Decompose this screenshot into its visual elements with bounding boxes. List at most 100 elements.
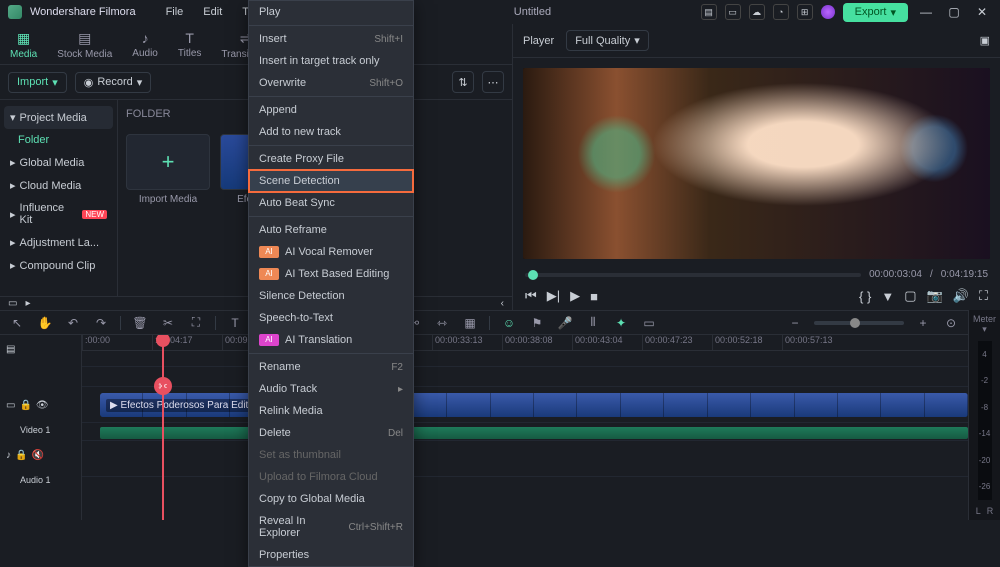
close-button[interactable]: ✕ bbox=[972, 5, 992, 19]
fullscreen-icon[interactable]: ⛶ bbox=[979, 288, 988, 304]
export-button[interactable]: Export ▾ bbox=[843, 3, 908, 22]
play-button[interactable]: ▶ bbox=[570, 288, 580, 304]
import-media-card[interactable]: + Import Media bbox=[126, 134, 210, 205]
cloud-icon[interactable]: ☁ bbox=[749, 4, 765, 20]
linked-audio-track[interactable] bbox=[82, 423, 968, 441]
redo-icon[interactable]: ↷ bbox=[92, 316, 110, 330]
record-dropdown[interactable]: ◉ Record ▾ bbox=[75, 72, 152, 93]
ctx-ai-text-based-editing[interactable]: AIAI Text Based Editing bbox=[249, 263, 413, 285]
video-track-label[interactable]: ▭ 🔒 👁 bbox=[0, 387, 81, 423]
zoom-out-icon[interactable]: − bbox=[786, 316, 804, 330]
zoom-slider[interactable] bbox=[814, 321, 904, 325]
ctx-delete[interactable]: DeleteDel bbox=[249, 422, 413, 444]
playhead[interactable] bbox=[162, 335, 164, 520]
audio-track-1[interactable] bbox=[82, 441, 968, 477]
volume-icon[interactable]: 🔊 bbox=[953, 288, 969, 304]
pointer-tool-icon[interactable]: ↖ bbox=[8, 316, 26, 330]
ai-magic-icon[interactable]: ✦ bbox=[612, 316, 630, 330]
crop-icon[interactable]: ▢ bbox=[904, 288, 916, 304]
delete-icon[interactable]: 🗑 bbox=[131, 316, 149, 330]
audio-track-label[interactable]: ♪ 🔒 🔇 bbox=[0, 437, 81, 473]
grid-icon[interactable]: ⊞ bbox=[797, 4, 813, 20]
tab-audio[interactable]: ♪Audio bbox=[122, 24, 168, 64]
tree-influence-kit[interactable]: ▸ Influence Kit NEW bbox=[4, 197, 113, 231]
menu-file[interactable]: File bbox=[156, 2, 194, 22]
ai-face-icon[interactable]: ☺ bbox=[500, 316, 518, 330]
prev-frame-button[interactable]: ⏮ bbox=[525, 288, 537, 304]
crop-tool-icon[interactable]: ⛶ bbox=[187, 315, 205, 330]
group-icon[interactable]: ▦ bbox=[461, 316, 479, 330]
ctx-ai-translation[interactable]: AIAI Translation bbox=[249, 329, 413, 351]
more-button[interactable]: ⋯ bbox=[482, 71, 504, 93]
linked-audio-clip[interactable] bbox=[100, 427, 968, 439]
filter-button[interactable]: ⇅ bbox=[452, 71, 474, 93]
timeline-tracks[interactable]: :00:00 :00:04:17 00:09:14 23:23 00:00:28… bbox=[82, 335, 968, 520]
tree-compound-clip[interactable]: ▸ Compound Clip bbox=[4, 254, 113, 277]
collapse-tree-icon[interactable]: ‹ bbox=[501, 298, 504, 309]
mute-icon[interactable]: 🔇 bbox=[31, 450, 43, 461]
menu-edit[interactable]: Edit bbox=[193, 2, 232, 22]
import-dropdown[interactable]: Import ▾ bbox=[8, 72, 67, 93]
text-tool-icon[interactable]: T bbox=[226, 316, 244, 330]
tab-media[interactable]: ▦Media bbox=[0, 24, 47, 64]
timeline-ruler[interactable]: :00:00 :00:04:17 00:09:14 23:23 00:00:28… bbox=[82, 335, 968, 351]
add-folder-icon[interactable]: ▭ bbox=[8, 298, 17, 309]
tab-stock-media[interactable]: ▤Stock Media bbox=[47, 24, 122, 64]
ctx-create-proxy-file[interactable]: Create Proxy File bbox=[249, 148, 413, 170]
fit-icon[interactable]: ⊙ bbox=[942, 316, 960, 330]
ctx-ai-vocal-remover[interactable]: AIAI Vocal Remover bbox=[249, 241, 413, 263]
ctx-play[interactable]: Play bbox=[249, 1, 413, 23]
ctx-audio-track[interactable]: Audio Track▸ bbox=[249, 378, 413, 400]
tree-folder[interactable]: Folder bbox=[4, 129, 113, 151]
ctx-relink-media[interactable]: Relink Media bbox=[249, 400, 413, 422]
mark-in-icon[interactable]: ▼ bbox=[881, 289, 894, 304]
eye-icon[interactable]: 👁 bbox=[36, 400, 49, 411]
tree-adjustment-layer[interactable]: ▸ Adjustment La... bbox=[4, 231, 113, 254]
save-icon[interactable]: ▤ bbox=[701, 4, 717, 20]
tree-cloud-media[interactable]: ▸ Cloud Media bbox=[4, 174, 113, 197]
ctx-overwrite[interactable]: OverwriteShift+O bbox=[249, 72, 413, 94]
mixer-icon[interactable]: ⫴ bbox=[584, 315, 602, 330]
project-icon[interactable]: ▭ bbox=[725, 4, 741, 20]
tab-titles[interactable]: TTitles bbox=[168, 24, 212, 64]
bell-icon[interactable]: ◔ bbox=[773, 4, 789, 20]
ctx-scene-detection[interactable]: Scene Detection bbox=[249, 170, 413, 192]
ctx-silence-detection[interactable]: Silence Detection bbox=[249, 285, 413, 307]
ctx-reveal-in-explorer[interactable]: Reveal In ExplorerCtrl+Shift+R bbox=[249, 510, 413, 544]
ctx-auto-beat-sync[interactable]: Auto Beat Sync bbox=[249, 192, 413, 214]
ctx-speech-to-text[interactable]: Speech-to-Text bbox=[249, 307, 413, 329]
preview-viewport[interactable] bbox=[523, 68, 990, 259]
ctx-insert-in-target-track-only[interactable]: Insert in target track only bbox=[249, 50, 413, 72]
player-tab[interactable]: Player bbox=[523, 35, 554, 47]
code-brackets-icon[interactable]: { } bbox=[859, 289, 871, 304]
render-icon[interactable]: ▭ bbox=[640, 316, 658, 330]
ctx-properties[interactable]: Properties bbox=[249, 544, 413, 566]
video-clip[interactable]: ▶ Efectos Poderosos Para Editar Futbol bbox=[100, 393, 968, 417]
quality-dropdown[interactable]: Full Quality ▾ bbox=[566, 30, 649, 51]
minimize-button[interactable]: — bbox=[916, 5, 936, 19]
tree-project-media[interactable]: ▾ Project Media bbox=[4, 106, 113, 129]
lock-icon[interactable]: 🔒 bbox=[19, 400, 31, 411]
undo-icon[interactable]: ↶ bbox=[64, 316, 82, 330]
ctx-add-to-new-track[interactable]: Add to new track bbox=[249, 121, 413, 143]
add-track-icon[interactable]: ▤ bbox=[6, 344, 15, 355]
tree-global-media[interactable]: ▸ Global Media bbox=[4, 151, 113, 174]
stop-button[interactable]: ■ bbox=[590, 289, 598, 304]
stretch-icon[interactable]: ⇿ bbox=[433, 316, 451, 330]
maximize-button[interactable]: ▢ bbox=[944, 5, 964, 19]
snapshot-icon[interactable]: 📷 bbox=[927, 288, 943, 304]
hand-tool-icon[interactable]: ✋ bbox=[36, 316, 54, 330]
video-track-1[interactable]: ▶ Efectos Poderosos Para Editar Futbol bbox=[82, 387, 968, 423]
ctx-insert[interactable]: InsertShift+I bbox=[249, 28, 413, 50]
ctx-copy-to-global-media[interactable]: Copy to Global Media bbox=[249, 488, 413, 510]
scrub-knob[interactable] bbox=[528, 270, 538, 280]
lock-audio-icon[interactable]: 🔒 bbox=[15, 450, 27, 461]
ctx-rename[interactable]: RenameF2 bbox=[249, 356, 413, 378]
marker-icon[interactable]: ⚑ bbox=[528, 316, 546, 330]
account-avatar-icon[interactable] bbox=[821, 5, 835, 19]
play-backward-button[interactable]: ▶| bbox=[547, 288, 560, 304]
scrub-track[interactable] bbox=[525, 273, 861, 277]
new-bin-icon[interactable]: ▸ bbox=[25, 298, 30, 309]
ctx-append[interactable]: Append bbox=[249, 99, 413, 121]
split-icon[interactable]: ✂ bbox=[159, 316, 177, 330]
